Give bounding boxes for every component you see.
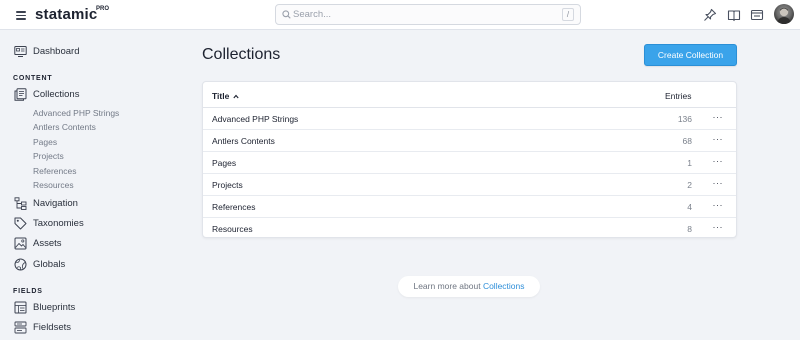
row-title-link[interactable]: Advanced PHP Strings	[212, 114, 298, 124]
row-title-link[interactable]: Resources	[212, 224, 253, 234]
sidebar-item-label: Assets	[33, 238, 62, 249]
brand-logo[interactable]: statamic	[35, 6, 97, 23]
sidebar-subitem-advanced-php-strings[interactable]: Advanced PHP Strings	[33, 108, 119, 118]
sidebar-item-label: Dashboard	[33, 46, 80, 57]
site-icon[interactable]	[750, 8, 764, 22]
row-entries-count: 1	[687, 158, 692, 168]
top-bar: statamic PRO Search... /	[0, 0, 800, 30]
sidebar-subitem-pages[interactable]: Pages	[33, 137, 57, 147]
assets-icon	[14, 237, 27, 250]
create-collection-button[interactable]: Create Collection	[644, 44, 737, 66]
table-row[interactable]: Resources 8 ···	[203, 218, 736, 240]
row-title-link[interactable]: References	[212, 202, 255, 212]
sort-ascending-icon	[233, 94, 239, 99]
row-actions-menu-icon[interactable]: ···	[713, 112, 724, 122]
table-row[interactable]: Advanced PHP Strings 136 ···	[203, 108, 736, 130]
sidebar-subitem-references[interactable]: References	[33, 166, 76, 176]
column-header-title[interactable]: Title	[212, 91, 239, 101]
row-title-link[interactable]: Projects	[212, 180, 243, 190]
table-row[interactable]: Antlers Contents 68 ···	[203, 130, 736, 152]
sidebar-item-label: Collections	[33, 89, 80, 100]
sidebar-item-label: Globals	[33, 259, 66, 270]
table-row[interactable]: Projects 2 ···	[203, 174, 736, 196]
book-icon[interactable]	[727, 8, 741, 22]
content-section-heading: CONTENT	[13, 75, 53, 82]
learn-more-text: Learn more about	[413, 281, 483, 291]
search-icon	[282, 10, 291, 19]
row-entries-count: 136	[677, 114, 692, 124]
sidebar: Dashboard CONTENT Collections Advanced P…	[0, 30, 130, 340]
row-actions-menu-icon[interactable]: ···	[713, 134, 724, 144]
blueprint-icon	[14, 301, 27, 314]
fieldsets-icon	[14, 321, 27, 334]
column-header-entries[interactable]: Entries	[665, 91, 691, 101]
search-placeholder: Search...	[293, 9, 332, 20]
collections-table: Title Entries Advanced PHP Strings 136 ·…	[202, 81, 737, 238]
dashboard-icon	[14, 46, 27, 57]
sidebar-item-label: Blueprints	[33, 302, 76, 313]
row-actions-menu-icon[interactable]: ···	[713, 178, 724, 188]
row-title-link[interactable]: Antlers Contents	[212, 136, 275, 146]
collections-icon	[14, 88, 27, 101]
table-row[interactable]: References 4 ···	[203, 196, 736, 218]
sidebar-item-label: Navigation	[33, 198, 78, 209]
column-header-title-label: Title	[212, 91, 230, 101]
table-row[interactable]: Pages 1 ···	[203, 152, 736, 174]
navigation-icon	[14, 197, 27, 210]
row-title-link[interactable]: Pages	[212, 158, 236, 168]
sidebar-item-label: Taxonomies	[33, 218, 84, 229]
table-header: Title Entries	[203, 82, 736, 108]
globe-icon	[14, 258, 27, 271]
row-entries-count: 4	[687, 202, 692, 212]
hamburger-menu-icon[interactable]	[16, 11, 26, 20]
user-avatar[interactable]	[774, 4, 794, 24]
search-shortcut-key: /	[562, 8, 574, 21]
row-entries-count: 2	[687, 180, 692, 190]
row-entries-count: 8	[687, 224, 692, 234]
row-actions-menu-icon[interactable]: ···	[713, 222, 724, 232]
pro-badge: PRO	[96, 6, 110, 12]
learn-more-link[interactable]: Collections	[483, 281, 525, 291]
sidebar-subitem-projects[interactable]: Projects	[33, 151, 64, 161]
sidebar-subitem-resources[interactable]: Resources	[33, 180, 74, 190]
row-actions-menu-icon[interactable]: ···	[713, 200, 724, 210]
sidebar-item-label: Fieldsets	[33, 322, 72, 333]
pin-icon[interactable]	[703, 8, 717, 22]
search-input[interactable]: Search... /	[275, 4, 581, 25]
fields-section-heading: FIELDS	[13, 288, 43, 295]
page-title: Collections	[202, 46, 281, 63]
sidebar-subitem-antlers-contents[interactable]: Antlers Contents	[33, 122, 96, 132]
row-entries-count: 68	[682, 136, 692, 146]
learn-more-pill: Learn more about Collections	[398, 276, 540, 297]
row-actions-menu-icon[interactable]: ···	[713, 156, 724, 166]
tag-icon	[14, 217, 27, 230]
